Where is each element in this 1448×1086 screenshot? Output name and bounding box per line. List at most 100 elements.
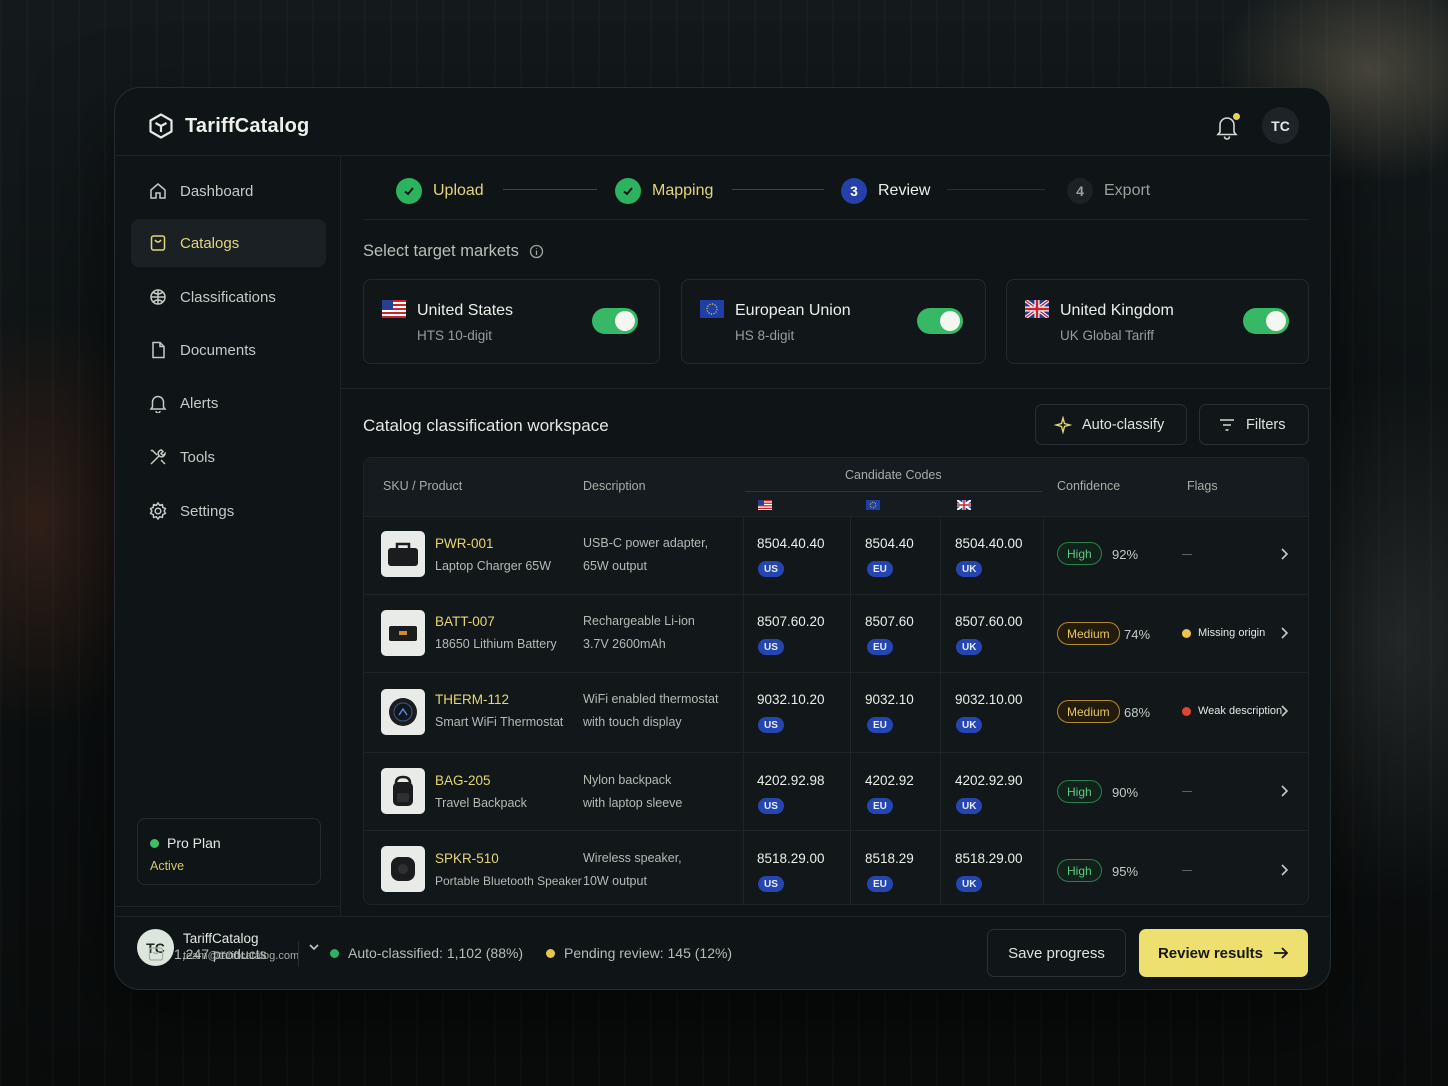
confidence-percent: 74% <box>1124 627 1151 642</box>
chevron-right-icon[interactable] <box>1278 863 1290 877</box>
step-label: Review <box>878 182 931 199</box>
table-row[interactable]: THERM-112 Smart WiFi Thermostat WiFi ena… <box>364 672 1308 752</box>
step-label: Export <box>1104 182 1151 199</box>
review-results-button[interactable]: Review results <box>1139 929 1308 977</box>
gear-icon <box>148 501 168 521</box>
chevron-right-icon[interactable] <box>1278 626 1290 640</box>
sidebar-item-classifications[interactable]: Classifications <box>131 273 326 321</box>
code-us[interactable]: 8507.60.20 <box>757 614 825 629</box>
code-eu[interactable]: 8504.40 <box>865 536 914 551</box>
user-avatar[interactable]: TC <box>1262 107 1299 144</box>
code-us[interactable]: 8518.29.00 <box>757 851 825 866</box>
market-standard: HTS 10-digit <box>417 328 493 343</box>
chevron-right-icon[interactable] <box>1278 704 1290 718</box>
code-eu[interactable]: 8518.29 <box>865 851 914 866</box>
code-eu[interactable]: 9032.10 <box>865 692 914 707</box>
cube-logo-icon <box>147 112 175 140</box>
product-sku[interactable]: BATT-007 <box>435 614 495 629</box>
markets-title-text: Select target markets <box>363 242 519 260</box>
info-icon[interactable] <box>529 244 544 259</box>
plan-status: Active <box>150 859 185 873</box>
step-mapping[interactable]: Mapping <box>615 178 713 204</box>
document-icon <box>148 340 168 360</box>
confidence-badge: High <box>1057 542 1102 565</box>
code-uk[interactable]: 8504.40.00 <box>955 536 1023 551</box>
product-sku[interactable]: SPKR-510 <box>435 851 499 866</box>
tag-eu: EU <box>867 717 893 733</box>
plan-card[interactable]: Pro Plan Active <box>137 818 321 885</box>
col-description: Description <box>583 479 646 493</box>
confidence-badge: Medium <box>1057 622 1120 645</box>
us-flag-icon <box>382 300 406 318</box>
filters-button[interactable]: Filters <box>1199 404 1309 445</box>
code-uk[interactable]: 8518.29.00 <box>955 851 1023 866</box>
sidebar-item-label: Dashboard <box>180 182 254 200</box>
sidebar-item-alerts[interactable]: Alerts <box>131 379 326 427</box>
sidebar-item-tools[interactable]: Tools <box>131 433 326 481</box>
confidence-percent: 90% <box>1112 785 1139 800</box>
home-icon <box>148 181 168 201</box>
col-candidate-codes: Candidate Codes <box>845 468 942 482</box>
market-toggle-uk[interactable] <box>1243 308 1289 334</box>
step-number: 4 <box>1067 178 1093 204</box>
market-card-us[interactable]: United States HTS 10-digit <box>363 279 660 364</box>
plan-status-dot <box>150 838 159 848</box>
sidebar-item-dashboard[interactable]: Dashboard <box>131 167 326 215</box>
table-row[interactable]: BAG-205 Travel Backpack Nylon backpack wi… <box>364 752 1308 830</box>
product-sku[interactable]: PWR-001 <box>435 536 494 551</box>
plan-name: Pro Plan <box>167 835 221 851</box>
confidence-badge: High <box>1057 859 1102 882</box>
sidebar-item-documents[interactable]: Documents <box>131 326 326 374</box>
battery-icon <box>381 610 425 656</box>
chevron-right-icon[interactable] <box>1278 547 1290 561</box>
sidebar-item-settings[interactable]: Settings <box>131 487 326 535</box>
logo[interactable]: TariffCatalog <box>147 112 309 140</box>
bell-icon <box>148 393 168 413</box>
col-sku: SKU / Product <box>383 479 463 493</box>
market-toggle-eu[interactable] <box>917 308 963 334</box>
product-name: Travel Backpack <box>435 796 527 810</box>
code-uk[interactable]: 9032.10.00 <box>955 692 1023 707</box>
tag-uk: UK <box>956 717 983 733</box>
tag-eu: EU <box>867 561 893 577</box>
flag-weak-description[interactable]: Weak description <box>1182 705 1282 717</box>
code-eu[interactable]: 8507.60 <box>865 614 914 629</box>
save-progress-button[interactable]: Save progress <box>987 929 1126 977</box>
auto-classify-button[interactable]: Auto-classify <box>1035 404 1187 445</box>
tag-eu: EU <box>867 639 893 655</box>
step-export[interactable]: 4 Export <box>1067 178 1150 204</box>
step-review[interactable]: 3 Review <box>841 178 930 204</box>
classification-table: SKU / Product Description Candidate Code… <box>363 457 1309 905</box>
step-upload[interactable]: Upload <box>396 178 484 204</box>
tag-us: US <box>758 717 784 733</box>
code-us[interactable]: 8504.40.40 <box>757 536 825 551</box>
market-toggle-us[interactable] <box>592 308 638 334</box>
top-bar: TariffCatalog TC <box>115 88 1330 156</box>
tag-us: US <box>758 876 784 892</box>
chevron-right-icon[interactable] <box>1278 784 1290 798</box>
code-uk[interactable]: 8507.60.00 <box>955 614 1023 629</box>
sidebar-item-catalogs[interactable]: Catalogs <box>131 219 326 267</box>
notifications-button[interactable] <box>1215 112 1241 140</box>
check-icon <box>396 178 422 204</box>
product-sku[interactable]: THERM-112 <box>435 692 509 707</box>
table-row[interactable]: BATT-007 18650 Lithium Battery Rechargea… <box>364 594 1308 672</box>
code-uk[interactable]: 4202.92.90 <box>955 773 1023 788</box>
tag-eu: EU <box>867 798 893 814</box>
table-row[interactable]: PWR-001 Laptop Charger 65W USB-C power a… <box>364 516 1308 594</box>
product-name: 18650 Lithium Battery <box>435 637 557 651</box>
code-us[interactable]: 9032.10.20 <box>757 692 825 707</box>
check-icon <box>615 178 641 204</box>
market-card-eu[interactable]: European Union HS 8-digit <box>681 279 986 364</box>
market-card-uk[interactable]: United Kingdom UK Global Tariff <box>1006 279 1309 364</box>
us-flag-icon <box>758 500 772 510</box>
section-divider <box>341 388 1330 389</box>
flag-missing-origin[interactable]: Missing origin <box>1182 627 1265 639</box>
code-eu[interactable]: 4202.92 <box>865 773 914 788</box>
table-row[interactable]: SPKR-510 Portable Bluetooth Speaker Wire… <box>364 830 1308 904</box>
sidebar-item-label: Alerts <box>180 394 219 412</box>
tag-eu: EU <box>867 876 893 892</box>
code-us[interactable]: 4202.92.98 <box>757 773 825 788</box>
tag-uk: UK <box>956 876 983 892</box>
product-sku[interactable]: BAG-205 <box>435 773 491 788</box>
